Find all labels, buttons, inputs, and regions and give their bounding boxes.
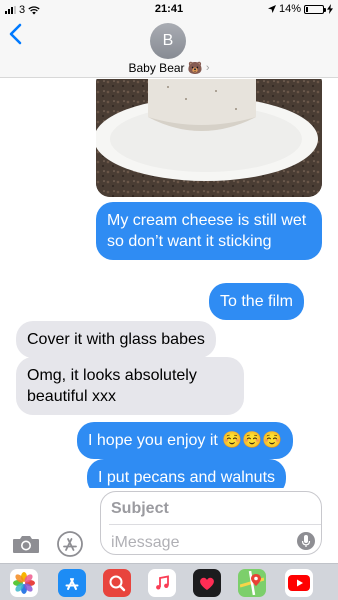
battery-percentage: 14% bbox=[278, 3, 301, 15]
message-bubble-outgoing[interactable]: To the film bbox=[209, 283, 304, 320]
music-app-icon[interactable] bbox=[148, 569, 176, 597]
status-bar: 3 21:41 14% bbox=[0, 0, 338, 20]
cake-photo bbox=[96, 79, 322, 197]
cake-photo-message[interactable] bbox=[96, 79, 322, 197]
app-store-app-icon[interactable] bbox=[58, 569, 86, 597]
compose-box[interactable]: Subject iMessage bbox=[100, 491, 322, 555]
battery-icon bbox=[304, 4, 326, 14]
message-thread[interactable]: My cream cheese is still wet so don’t wa… bbox=[0, 79, 338, 488]
message-bubble-outgoing[interactable]: I hope you enjoy it ☺️☺️☺️ bbox=[77, 422, 294, 459]
message-bubble-incoming[interactable]: Cover it with glass babes bbox=[16, 321, 216, 358]
charging-bolt-icon bbox=[327, 4, 333, 14]
digital-touch-app-icon[interactable] bbox=[193, 569, 221, 597]
message-bubble-incoming[interactable]: Omg, it looks absolutely beautiful xxx bbox=[16, 357, 244, 415]
contact-name-row[interactable]: Baby Bear 🐻 › bbox=[0, 61, 338, 75]
status-right: 14% bbox=[267, 3, 333, 15]
subject-field[interactable]: Subject bbox=[111, 500, 169, 518]
contact-avatar[interactable]: B bbox=[150, 23, 186, 59]
youtube-app-icon[interactable] bbox=[285, 569, 313, 597]
battery-fill bbox=[306, 6, 308, 12]
message-bubble-outgoing[interactable]: I put pecans and walnuts bbox=[87, 459, 287, 488]
location-arrow-icon bbox=[267, 5, 276, 13]
app-drawer bbox=[0, 563, 338, 600]
conversation-header: B Baby Bear 🐻 › bbox=[0, 20, 338, 78]
message-bubble-outgoing[interactable]: My cream cheese is still wet so don’t wa… bbox=[96, 202, 322, 260]
message-input-bar: Subject iMessage bbox=[0, 488, 338, 563]
camera-icon[interactable] bbox=[12, 534, 40, 554]
web-search-app-icon[interactable] bbox=[103, 569, 131, 597]
contact-name: Baby Bear 🐻 bbox=[128, 61, 203, 75]
back-chevron-icon[interactable] bbox=[6, 22, 28, 46]
imessage-field[interactable]: iMessage bbox=[111, 534, 179, 552]
microphone-icon[interactable] bbox=[297, 531, 315, 551]
maps-app-icon[interactable] bbox=[238, 569, 266, 597]
compose-divider bbox=[109, 524, 321, 525]
chevron-right-icon: › bbox=[205, 62, 210, 74]
photos-app-icon[interactable] bbox=[10, 569, 38, 597]
app-store-icon[interactable] bbox=[56, 531, 84, 557]
